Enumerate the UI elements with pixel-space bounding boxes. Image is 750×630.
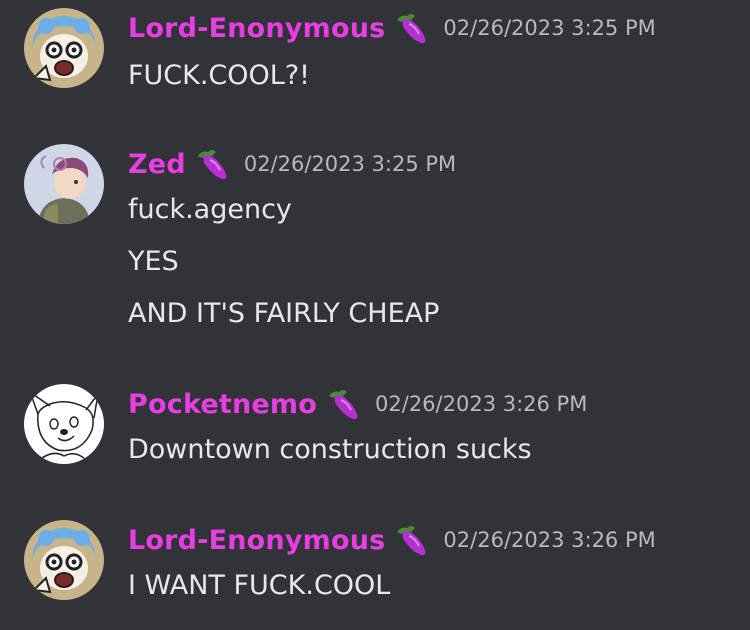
eggplant-icon[interactable] <box>323 384 363 424</box>
eggplant-icon[interactable] <box>192 144 232 184</box>
message-text: YES <box>128 246 179 277</box>
anime-avatar-icon <box>24 8 104 88</box>
message-header: Zed 02/26/2023 3:25 PM <box>128 144 456 184</box>
message-header: Lord-Enonymous 02/26/2023 3:26 PM <box>128 520 656 560</box>
message-text: FUCK.COOL?! <box>128 60 310 91</box>
message-text: fuck.agency <box>128 194 292 225</box>
timestamp[interactable]: 02/26/2023 3:25 PM <box>244 152 456 176</box>
timestamp[interactable]: 02/26/2023 3:25 PM <box>443 16 655 40</box>
username[interactable]: Lord-Enonymous <box>128 13 385 44</box>
anime-avatar-icon <box>24 520 104 600</box>
message-header: Pocketnemo 02/26/2023 3:26 PM <box>128 384 587 424</box>
message-text: Downtown construction sucks <box>128 434 532 465</box>
avatar[interactable] <box>24 384 104 464</box>
timestamp[interactable]: 02/26/2023 3:26 PM <box>375 392 587 416</box>
avatar[interactable] <box>24 144 104 224</box>
username[interactable]: Zed <box>128 149 186 180</box>
eggplant-icon[interactable] <box>391 8 431 48</box>
avatar[interactable] <box>24 8 104 88</box>
username[interactable]: Lord-Enonymous <box>128 525 385 556</box>
message-text: AND IT'S FAIRLY CHEAP <box>128 298 440 329</box>
character-avatar-icon <box>24 144 104 224</box>
chat-log: Lord-Enonymous 02/26/2023 3:25 PM FUCK.C… <box>0 0 750 630</box>
eggplant-icon[interactable] <box>391 520 431 560</box>
message-header: Lord-Enonymous 02/26/2023 3:25 PM <box>128 8 656 48</box>
avatar[interactable] <box>24 520 104 600</box>
message-text: I WANT FUCK.COOL <box>128 570 391 601</box>
username[interactable]: Pocketnemo <box>128 389 317 420</box>
timestamp[interactable]: 02/26/2023 3:26 PM <box>443 528 655 552</box>
sketch-avatar-icon <box>24 384 104 464</box>
